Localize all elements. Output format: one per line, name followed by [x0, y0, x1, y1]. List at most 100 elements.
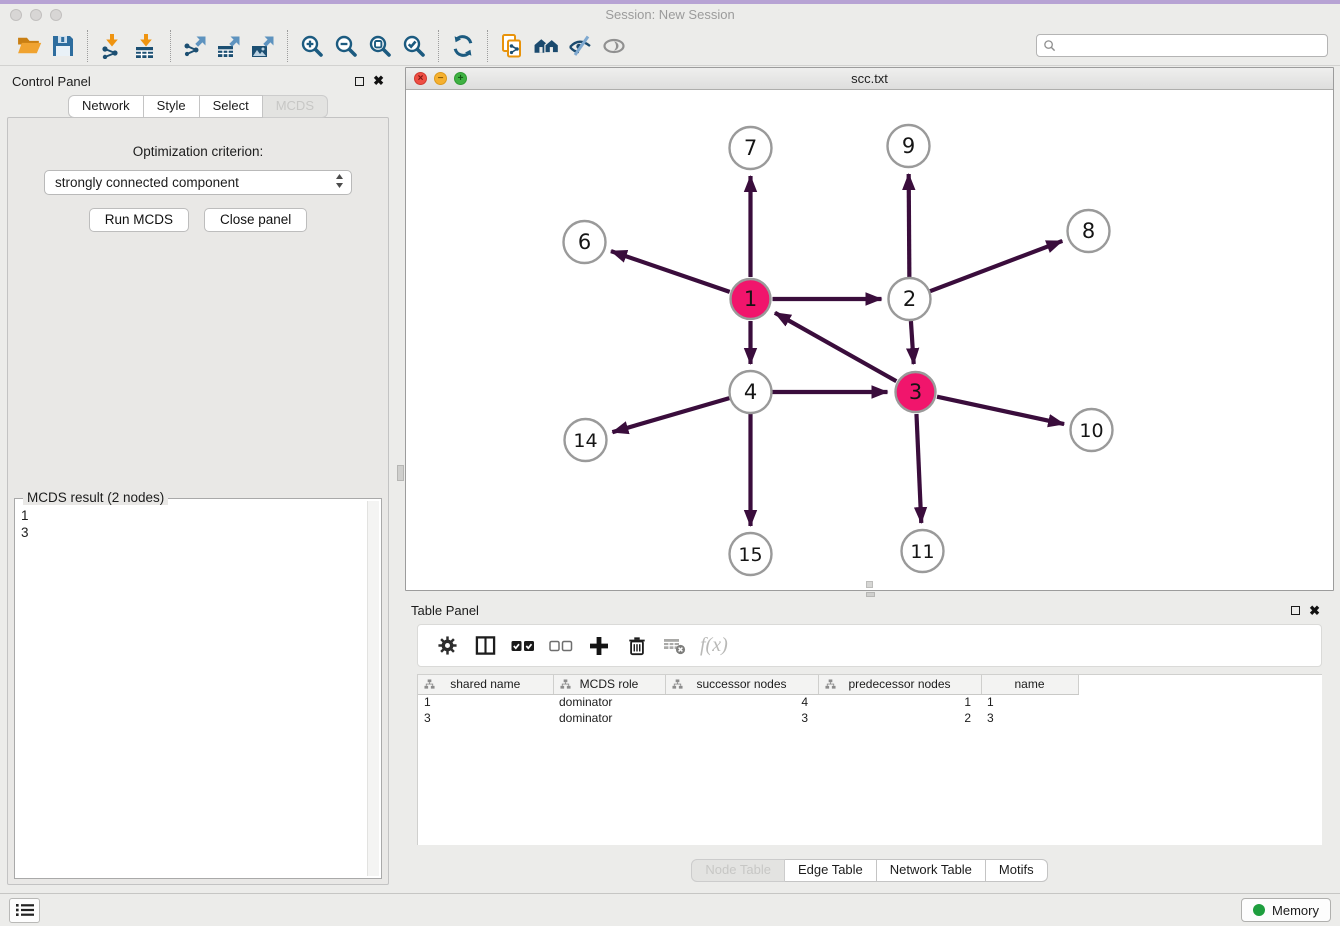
clone-network-icon[interactable]	[495, 29, 529, 63]
save-session-icon[interactable]	[46, 29, 80, 63]
tab-edge-table[interactable]: Edge Table	[785, 859, 877, 882]
first-neighbors-icon[interactable]	[529, 29, 563, 63]
table-row[interactable]: 3dominator323	[418, 710, 1098, 726]
float-panel-icon[interactable]	[355, 77, 364, 86]
search-input[interactable]	[1056, 36, 1327, 55]
graph-node-7[interactable]: 7	[730, 127, 772, 169]
table-cell[interactable]: 1	[981, 694, 1078, 710]
control-panel-title: Control Panel	[12, 74, 91, 89]
canvas-grip[interactable]	[866, 581, 873, 588]
show-graphics-details-icon[interactable]	[597, 29, 631, 63]
graph-node-3[interactable]: 3	[896, 372, 936, 412]
mcds-panel: Optimization criterion: strongly connect…	[7, 117, 389, 885]
toolbar-separator	[487, 30, 488, 62]
graph-edge-1-6[interactable]	[611, 251, 730, 292]
network-graph[interactable]: 1 2 3 4 6 7 8 9 10 11 14 15	[406, 90, 1333, 590]
split-view-icon[interactable]	[466, 627, 504, 665]
memory-button[interactable]: Memory	[1241, 898, 1331, 922]
criterion-selected-value: strongly connected component	[55, 175, 239, 190]
close-panel-icon[interactable]: ✖	[1309, 606, 1320, 616]
column-header-mcds-role[interactable]: MCDS role	[553, 675, 665, 694]
zoom-fit-icon[interactable]	[363, 29, 397, 63]
graph-node-1[interactable]: 1	[731, 279, 771, 319]
task-history-button[interactable]	[9, 898, 40, 923]
open-session-icon[interactable]	[12, 29, 46, 63]
node-table: shared nameMCDS rolesuccessor nodesprede…	[417, 674, 1322, 845]
tab-network[interactable]: Network	[68, 95, 144, 118]
zoom-out-icon[interactable]	[329, 29, 363, 63]
table-cell[interactable]: 3	[418, 710, 553, 726]
add-column-icon[interactable]	[580, 627, 618, 665]
apply-layout-icon[interactable]	[446, 29, 480, 63]
search-box[interactable]	[1036, 34, 1328, 57]
status-bar: Memory	[0, 893, 1340, 926]
column-header-successor-nodes[interactable]: successor nodes	[665, 675, 818, 694]
table-cell[interactable]: 3	[665, 710, 818, 726]
network-window-titlebar[interactable]: × − + scc.txt	[406, 68, 1333, 90]
settings-gear-icon[interactable]	[428, 627, 466, 665]
close-panel-button[interactable]: Close panel	[204, 208, 307, 232]
graph-edge-2-9[interactable]	[909, 174, 910, 277]
export-table-icon[interactable]	[212, 29, 246, 63]
select-all-checkboxes-icon[interactable]	[504, 627, 542, 665]
tab-style[interactable]: Style	[144, 95, 200, 118]
graph-edge-3-10[interactable]	[937, 397, 1064, 424]
splitter-grip[interactable]	[397, 465, 404, 481]
table-row[interactable]: 1dominator411	[418, 694, 1098, 710]
hide-graphics-details-icon[interactable]	[563, 29, 597, 63]
close-panel-icon[interactable]: ✖	[373, 76, 384, 86]
control-panel: Control Panel ✖ NetworkStyleSelectMCDS O…	[0, 67, 396, 893]
delete-column-icon[interactable]	[618, 627, 656, 665]
table-cell[interactable]: 1	[418, 694, 553, 710]
table-cell[interactable]: 2	[818, 710, 981, 726]
mcds-result-text[interactable]: 1 3	[17, 501, 365, 876]
graph-edge-3-11[interactable]	[916, 414, 921, 523]
export-network-icon[interactable]	[178, 29, 212, 63]
table-cell[interactable]: 4	[665, 694, 818, 710]
delete-table-icon[interactable]	[656, 627, 694, 665]
network-canvas[interactable]: 1 2 3 4 6 7 8 9 10 11 14 15	[406, 90, 1333, 590]
horizontal-splitter[interactable]	[405, 591, 1334, 598]
column-header-shared-name[interactable]: shared name	[418, 675, 553, 694]
optimization-criterion-label: Optimization criterion:	[8, 144, 388, 159]
graph-node-9[interactable]: 9	[888, 125, 930, 167]
graph-node-6[interactable]: 6	[564, 221, 606, 263]
tab-motifs[interactable]: Motifs	[986, 859, 1048, 882]
tab-mcds[interactable]: MCDS	[263, 95, 328, 118]
table-cell[interactable]: dominator	[553, 710, 665, 726]
deselect-all-checkboxes-icon[interactable]	[542, 627, 580, 665]
criterion-select[interactable]: strongly connected component	[44, 170, 352, 195]
tab-select[interactable]: Select	[200, 95, 263, 118]
table-cell[interactable]: dominator	[553, 694, 665, 710]
table-cell[interactable]: 3	[981, 710, 1078, 726]
column-header-predecessor-nodes[interactable]: predecessor nodes	[818, 675, 981, 694]
toolbar-separator	[438, 30, 439, 62]
tab-node-table[interactable]: Node Table	[691, 859, 785, 882]
zoom-in-icon[interactable]	[295, 29, 329, 63]
graph-node-8[interactable]: 8	[1068, 210, 1110, 252]
float-panel-icon[interactable]	[1291, 606, 1300, 615]
graph-edge-2-8[interactable]	[930, 241, 1062, 291]
tab-network-table[interactable]: Network Table	[877, 859, 986, 882]
graph-edge-2-3[interactable]	[911, 321, 914, 364]
export-image-icon[interactable]	[246, 29, 280, 63]
import-network-icon[interactable]	[95, 29, 129, 63]
splitter-grip[interactable]	[866, 592, 875, 597]
graph-node-2[interactable]: 2	[889, 278, 931, 320]
graph-node-4[interactable]: 4	[730, 371, 772, 413]
import-table-icon[interactable]	[129, 29, 163, 63]
graph-node-10[interactable]: 10	[1071, 409, 1113, 451]
graph-edge-3-1[interactable]	[775, 313, 896, 381]
graph-node-11[interactable]: 11	[902, 530, 944, 572]
result-scrollbar[interactable]	[367, 501, 379, 876]
run-mcds-button[interactable]: Run MCDS	[89, 208, 189, 232]
function-builder-icon[interactable]: f(x)	[694, 634, 734, 657]
column-header-name[interactable]: name	[981, 675, 1078, 694]
graph-node-14[interactable]: 14	[565, 419, 607, 461]
table-cell[interactable]: 1	[818, 694, 981, 710]
graph-edge-4-14[interactable]	[612, 398, 729, 432]
vertical-splitter[interactable]	[396, 67, 405, 893]
zoom-selected-icon[interactable]	[397, 29, 431, 63]
graph-node-15[interactable]: 15	[730, 533, 772, 575]
toolbar-separator	[287, 30, 288, 62]
